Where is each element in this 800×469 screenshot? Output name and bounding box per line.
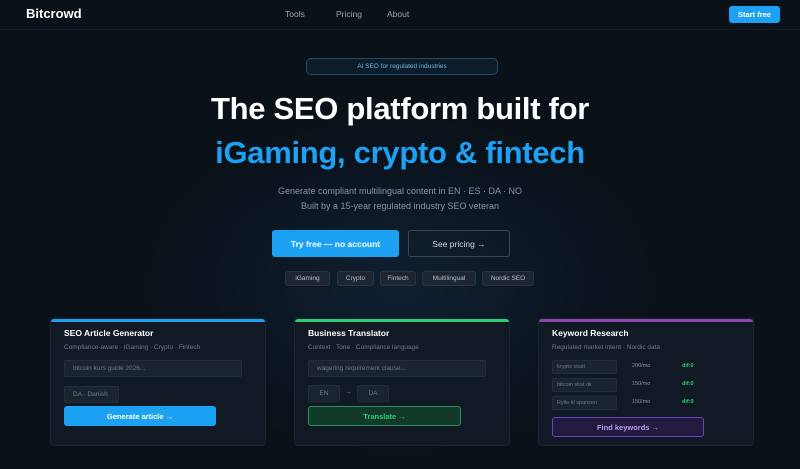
card-title: Business Translator — [308, 328, 390, 338]
hero-title-line1: The SEO platform built for — [211, 91, 589, 126]
source-text-input[interactable]: wagering requirement clause... — [308, 360, 486, 377]
arrow-icon: → — [345, 389, 352, 396]
hero-badge: AI SEO for regulated industries — [306, 58, 498, 75]
tag-crypto[interactable]: Crypto — [337, 271, 374, 286]
try-free-button[interactable]: Try free — no account — [272, 230, 399, 257]
article-generator-card: SEO Article Generator Compliance-aware ·… — [50, 318, 266, 446]
hero-subtitle-line1: Generate compliant multilingual content … — [277, 186, 523, 196]
generate-article-button[interactable]: Generate article → — [64, 406, 216, 426]
logo[interactable]: Bitcrowd — [26, 6, 82, 21]
card-subtitle: Compliance-aware · iGaming · Crypto · Fi… — [64, 344, 201, 351]
hero-title-line2: iGaming, crypto & fintech — [215, 135, 585, 170]
keyword-term: krypto skatt — [552, 360, 617, 374]
keyword-difficulty: dif:0 — [682, 363, 694, 369]
tag-fintech[interactable]: Fintech — [380, 271, 416, 286]
tag-multilingual[interactable]: Multilingual — [422, 271, 476, 286]
keyword-input[interactable]: bitcoin kurs guide 2026... — [64, 360, 242, 377]
keyword-row[interactable]: bitcoin skat dk 150/mo dif:0 — [552, 378, 702, 392]
card-accent-bar — [539, 319, 753, 322]
nav-link-tools[interactable]: Tools — [285, 9, 305, 19]
nav-link-about[interactable]: About — [387, 9, 409, 19]
tag-igaming[interactable]: iGaming — [285, 271, 330, 286]
card-accent-bar — [295, 319, 509, 322]
keyword-volume: 200/mo — [632, 363, 651, 369]
keyword-difficulty: dif:0 — [682, 399, 694, 405]
keyword-row[interactable]: krypto skatt 200/mo dif:0 — [552, 360, 702, 374]
keyword-row[interactable]: Rylle til spansen 150/mo dif:0 — [552, 396, 702, 410]
keyword-research-card: Keyword Research Regulated market intent… — [538, 318, 754, 446]
language-select[interactable]: DA · Danish — [64, 386, 119, 403]
tag-nordic-seo[interactable]: Nordic SEO — [482, 271, 534, 286]
keyword-volume: 150/mo — [632, 381, 651, 387]
nav-link-pricing[interactable]: Pricing — [336, 9, 362, 19]
card-title: Keyword Research — [552, 328, 629, 338]
translator-card: Business Translator Context · Tone · Com… — [294, 318, 510, 446]
to-language-select[interactable]: DA — [357, 385, 389, 402]
top-nav: Bitcrowd Tools Pricing About Start free — [0, 0, 800, 30]
keyword-term: Rylle til spansen — [552, 396, 617, 410]
translate-button[interactable]: Translate → — [308, 406, 461, 426]
card-accent-bar — [51, 319, 265, 322]
keyword-difficulty: dif:0 — [682, 381, 694, 387]
start-free-button[interactable]: Start free — [729, 6, 780, 23]
card-title: SEO Article Generator — [64, 328, 154, 338]
keyword-term: bitcoin skat dk — [552, 378, 617, 392]
card-subtitle: Regulated market intent · Nordic data — [552, 344, 661, 351]
see-pricing-button[interactable]: See pricing → — [408, 230, 510, 257]
from-language-select[interactable]: EN — [308, 385, 340, 402]
keyword-volume: 150/mo — [632, 399, 651, 405]
hero-subtitle-line2: Built by a 15-year regulated industry SE… — [300, 201, 500, 211]
card-subtitle: Context · Tone · Compliance language — [308, 344, 419, 351]
find-keywords-button[interactable]: Find keywords → — [552, 417, 704, 437]
